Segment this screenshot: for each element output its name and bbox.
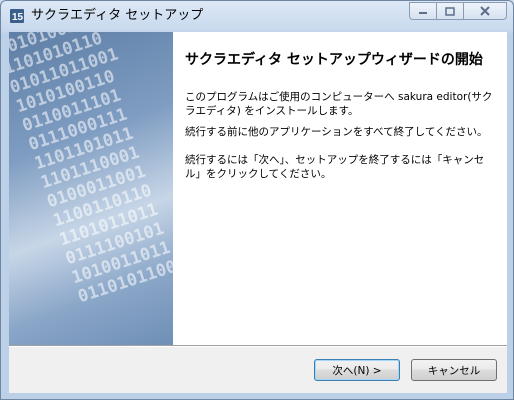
app-icon: 15 <box>10 9 24 23</box>
cancel-button[interactable]: キャンセル <box>411 359 497 381</box>
svg-text:15: 15 <box>12 12 24 23</box>
wizard-close-apps-text: 続行する前に他のアプリケーションをすべて終了してください。 <box>185 126 488 138</box>
wizard-heading: サクラエディタ セットアップウィザードの開始 <box>185 52 483 68</box>
wizard-content: サクラエディタ セットアップウィザードの開始 このプログラムはご使用のコンピュー… <box>173 32 507 345</box>
close-button[interactable] <box>463 2 507 20</box>
minimize-icon <box>419 12 427 14</box>
wizard-instructions-text: 続行するには「次へ」、セットアップを終了するには「キャンセル」をクリックしてくだ… <box>185 154 485 180</box>
next-button[interactable]: 次へ(N) > <box>314 359 400 381</box>
wizard-banner-image: 0100001101101010011011010101100101101100… <box>9 32 173 345</box>
maximize-button[interactable] <box>436 2 463 20</box>
title-bar[interactable]: 15 サクラエディタ セットアップ <box>1 1 513 31</box>
window-title: サクラエディタ セットアップ <box>31 8 204 23</box>
binary-pattern: 0100001101101010011011010101100101101100… <box>9 32 173 307</box>
wizard-client-area: 0100001101101010011011010101100101101100… <box>9 32 507 393</box>
maximize-icon <box>445 6 455 16</box>
setup-window: 15 サクラエディタ セットアップ 0100001101101010011011… <box>0 0 514 400</box>
close-icon <box>480 6 490 16</box>
wizard-intro-text: このプログラムはご使用のコンピューターへ sakura editor(サクラエデ… <box>185 91 493 117</box>
button-separator <box>9 345 507 347</box>
minimize-button[interactable] <box>409 2 436 20</box>
